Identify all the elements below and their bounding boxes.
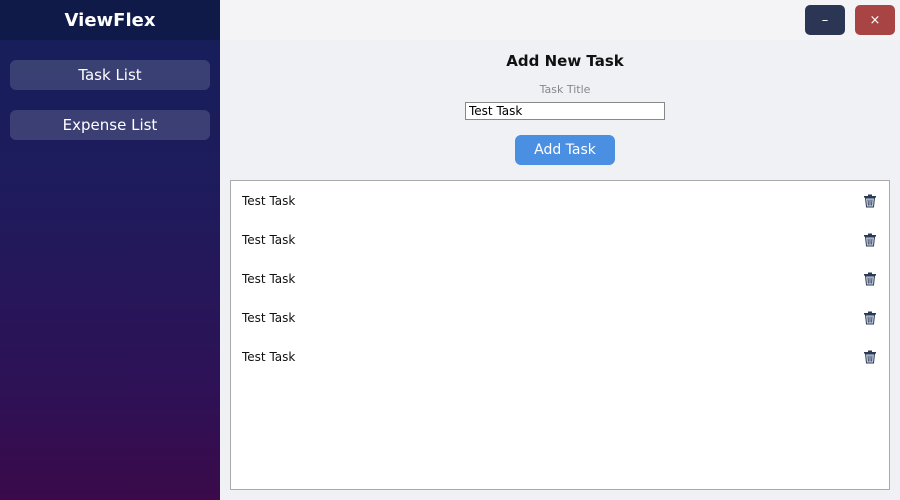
task-row: Test Task xyxy=(231,259,889,298)
task-title: Test Task xyxy=(242,232,296,247)
task-row: Test Task xyxy=(231,337,889,376)
title-bar: – × xyxy=(220,0,900,40)
task-title: Test Task xyxy=(242,193,296,208)
task-title-label: Task Title xyxy=(539,83,591,96)
form-title: Add New Task xyxy=(506,52,624,70)
task-row: Test Task xyxy=(231,181,889,220)
task-title: Test Task xyxy=(242,271,296,286)
app-title: ViewFlex xyxy=(0,0,220,40)
task-title: Test Task xyxy=(242,349,296,364)
task-title-input[interactable] xyxy=(465,102,665,120)
trash-icon[interactable] xyxy=(863,194,877,208)
task-title: Test Task xyxy=(242,310,296,325)
trash-icon[interactable] xyxy=(863,233,877,247)
task-list: Test Task Test Task Test Task Test Task … xyxy=(230,180,890,490)
sidebar: ViewFlex Task List Expense List xyxy=(0,0,220,500)
minimize-button[interactable]: – xyxy=(805,5,845,35)
task-row: Test Task xyxy=(231,220,889,259)
sidebar-item-task-list[interactable]: Task List xyxy=(10,60,210,90)
task-row: Test Task xyxy=(231,298,889,337)
trash-icon[interactable] xyxy=(863,311,877,325)
sidebar-item-expense-list[interactable]: Expense List xyxy=(10,110,210,140)
add-task-button[interactable]: Add Task xyxy=(515,135,615,165)
close-button[interactable]: × xyxy=(855,5,895,35)
trash-icon[interactable] xyxy=(863,350,877,364)
trash-icon[interactable] xyxy=(863,272,877,286)
